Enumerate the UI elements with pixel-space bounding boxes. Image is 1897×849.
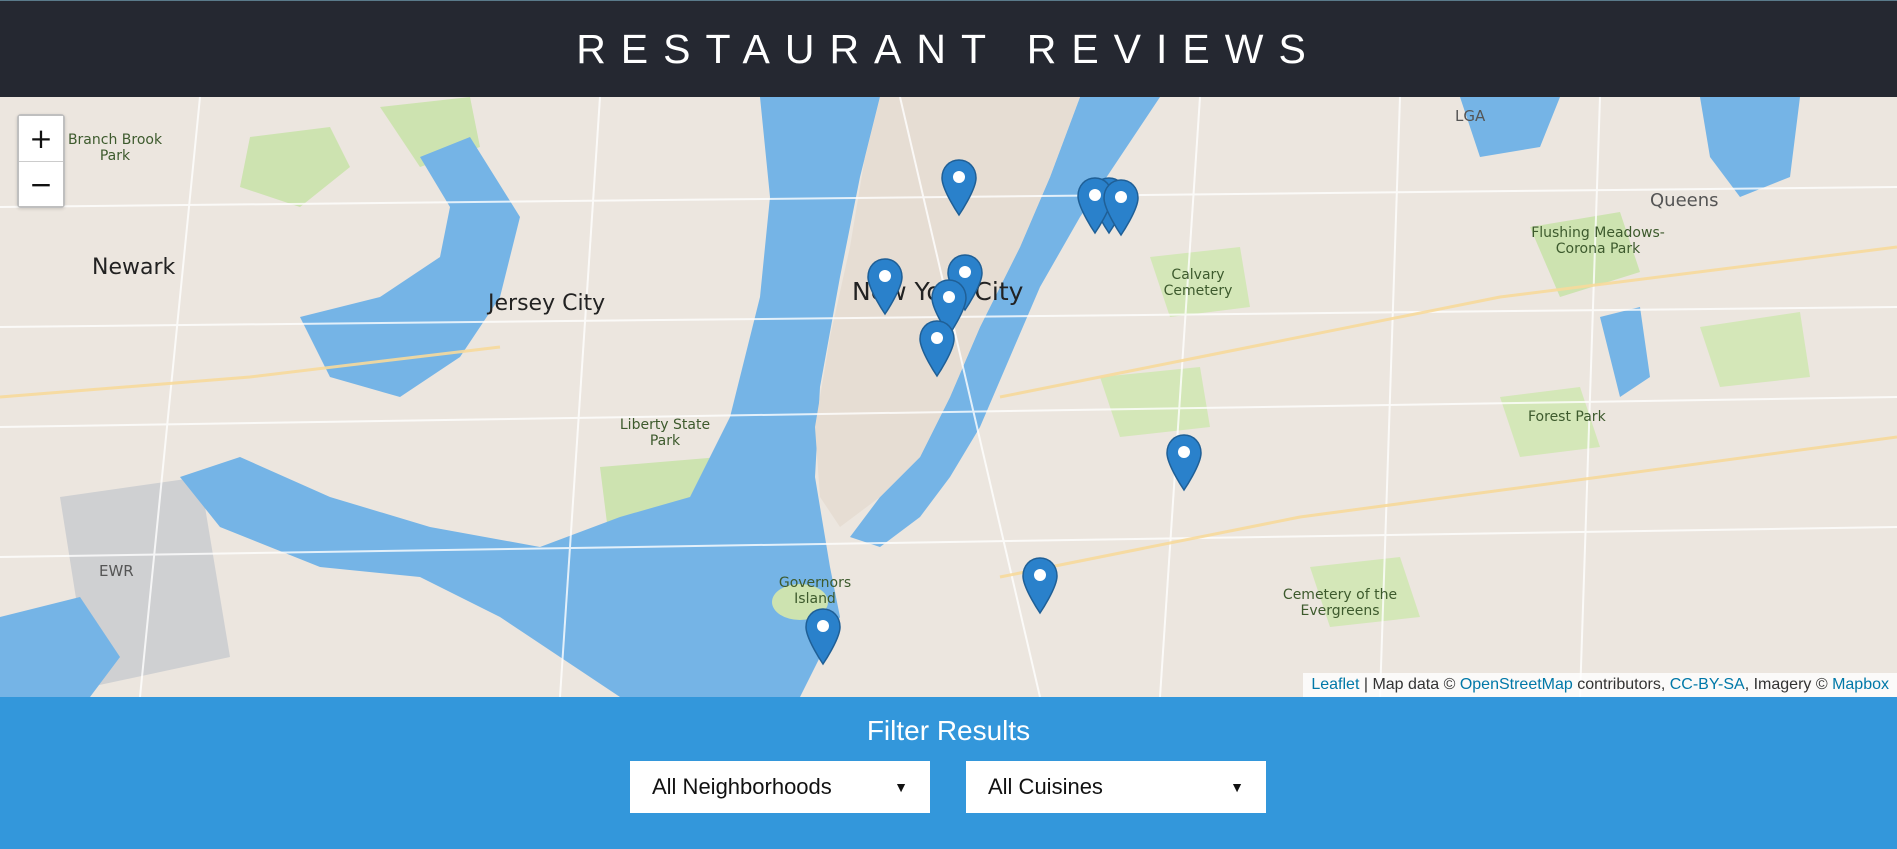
attribution-text: | Map data © — [1359, 676, 1460, 693]
place-label-lga: LGA — [1455, 107, 1486, 125]
zoom-out-button[interactable]: − — [19, 161, 63, 206]
attribution-text: contributors, — [1572, 676, 1670, 693]
map-attribution: Leaflet | Map data © OpenStreetMap contr… — [1303, 673, 1897, 697]
neighborhoods-select[interactable]: All Neighborhoods ▼ — [630, 761, 930, 813]
place-label-jersey-city: Jersey City — [488, 291, 606, 316]
attribution-text: , Imagery © — [1744, 676, 1833, 693]
place-label-calvary-cemetery: Calvary Cemetery — [1163, 267, 1233, 299]
dropdown-arrow-icon: ▼ — [1230, 779, 1244, 795]
openstreetmap-link[interactable]: OpenStreetMap — [1460, 676, 1573, 693]
restaurant-marker[interactable] — [918, 320, 956, 382]
page-header: RESTAURANT REVIEWS — [0, 0, 1897, 97]
place-label-queens: Queens — [1650, 190, 1719, 211]
cuisines-select-value: All Cuisines — [988, 774, 1103, 799]
restaurant-marker[interactable] — [1165, 434, 1203, 496]
restaurant-marker[interactable] — [866, 258, 904, 320]
restaurant-marker[interactable] — [804, 608, 842, 670]
zoom-in-button[interactable]: + — [19, 116, 63, 161]
site-title: RESTAURANT REVIEWS — [576, 25, 1321, 72]
restaurant-map[interactable]: Newark Jersey City New York City Queens … — [0, 97, 1897, 697]
leaflet-link[interactable]: Leaflet — [1311, 676, 1359, 693]
place-label-liberty-state-park: Liberty State Park — [619, 417, 711, 449]
place-label-forest-park: Forest Park — [1528, 409, 1606, 425]
cc-by-sa-link[interactable]: CC-BY-SA — [1670, 676, 1745, 693]
place-label-flushing-meadows: Flushing Meadows-Corona Park — [1531, 225, 1665, 257]
place-label-governors-island: Governors Island — [778, 575, 852, 607]
place-label-branch-brook-park: Branch Brook Park — [67, 132, 163, 164]
place-label-newark: Newark — [92, 255, 176, 280]
zoom-control: + − — [17, 114, 65, 208]
restaurant-marker[interactable] — [1021, 557, 1059, 619]
dropdown-arrow-icon: ▼ — [894, 779, 908, 795]
mapbox-link[interactable]: Mapbox — [1832, 676, 1889, 693]
neighborhoods-select-value: All Neighborhoods — [652, 774, 832, 799]
cuisines-select[interactable]: All Cuisines ▼ — [966, 761, 1266, 813]
filter-panel: Filter Results All Neighborhoods ▼ All C… — [0, 697, 1897, 849]
place-label-cemetery-evergreens: Cemetery of the Evergreens — [1282, 587, 1398, 619]
place-label-ewr: EWR — [99, 562, 134, 580]
restaurant-marker[interactable] — [1102, 179, 1140, 241]
restaurant-marker[interactable] — [940, 159, 978, 221]
filter-title: Filter Results — [866, 715, 1031, 746]
